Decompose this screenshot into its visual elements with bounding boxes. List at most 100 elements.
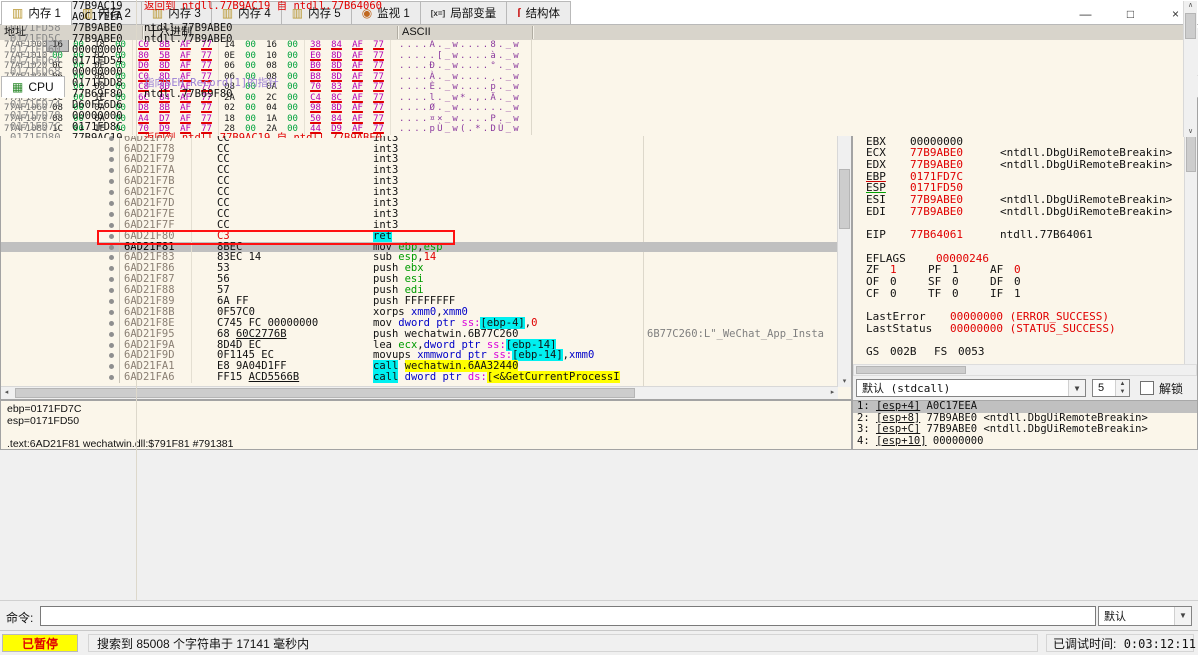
command-input[interactable] [40, 606, 1096, 626]
breakpoint-dot[interactable] [109, 245, 114, 250]
token: 00000000 [927, 435, 984, 447]
token: 77B9ABE0 <ntdll.DbgUiRemoteBreakin> [920, 412, 1148, 424]
scroll-thumb[interactable] [15, 388, 635, 398]
token: EDX [866, 159, 910, 171]
breakpoint-dot[interactable] [109, 266, 114, 271]
token: 1: [857, 400, 876, 412]
token: dword ptr [405, 371, 468, 383]
register-line[interactable]: CF0TF0IF1 [853, 288, 1185, 300]
breakpoint-dot[interactable] [109, 299, 114, 304]
breakpoint-dot[interactable] [109, 234, 114, 239]
token: LastStatus [866, 323, 950, 335]
scroll-down-arrow[interactable]: ∨ [1184, 127, 1197, 137]
breakpoint-dot[interactable] [109, 343, 114, 348]
token: 0 [890, 288, 928, 300]
stack-row[interactable]: 0171FD640171FD54 [0, 56, 1184, 67]
stepper-up-icon[interactable]: ▲ [1116, 380, 1129, 388]
disasm-gutter [1, 242, 120, 253]
disasm-gutter [1, 165, 120, 176]
breakpoint-dot[interactable] [109, 157, 114, 162]
breakpoint-dot[interactable] [109, 201, 114, 206]
stack-vertical-scrollbar[interactable]: ∧ ∨ [1183, 1, 1197, 137]
breakpoint-dot[interactable] [109, 288, 114, 293]
stack-row[interactable]: 0171FD5077B9AC19返回到 ntdll.77B9AC19 自 ntd… [0, 1, 1184, 12]
breakpoint-dot[interactable] [109, 277, 114, 282]
register-line[interactable]: EDX77B9ABE0<ntdll.DbgUiRemoteBreakin> [853, 159, 1185, 171]
breakpoint-dot[interactable] [109, 255, 114, 260]
call-argument-row[interactable]: 4: [esp+10] 00000000 [853, 436, 1197, 448]
scroll-left-arrow[interactable]: ◂ [1, 387, 12, 399]
breakpoint-dot[interactable] [109, 353, 114, 358]
chevron-down-icon[interactable]: ▼ [1174, 607, 1191, 625]
breakpoint-dot[interactable] [109, 212, 114, 217]
register-list: EAX01186000EBX00000000ECX77B9ABE0<ntdll.… [853, 120, 1185, 368]
token: ACD5566B [249, 371, 300, 383]
unlock-checkbox[interactable] [1140, 381, 1154, 395]
registers-vertical-scrollbar[interactable] [1184, 120, 1197, 364]
call-arguments-list: 1: [esp+4] A0C17EEA2: [esp+8] 77B9ABE0 <… [853, 400, 1197, 449]
stack-row[interactable]: 0171FD7800000000 [0, 111, 1184, 122]
disasm-row[interactable]: 6AD21FA6FF15 ACD5566Bcall dword ptr ds:[… [1, 372, 838, 383]
token: [ebp-14] [512, 349, 563, 361]
register-line[interactable]: OF0SF0DF0 [853, 276, 1185, 288]
disassembly-panel: 6AD21F74CCint36AD21F75CCint36AD21F76CCin… [0, 98, 852, 400]
disasm-gutter [1, 252, 120, 263]
register-line[interactable]: GS002BFS0053 [853, 346, 1185, 358]
token: xmm0 [569, 349, 594, 361]
token: 77B9ABE0 [910, 159, 1000, 171]
stack-row[interactable]: 0171FD5C77B9ABE0ntdll.77B9ABE0 [0, 34, 1184, 45]
token: 1 [1014, 288, 1021, 300]
register-line[interactable] [853, 241, 1185, 253]
breakpoint-dot[interactable] [109, 332, 114, 337]
register-line[interactable]: EBP0171FD7C [853, 171, 1185, 183]
tab-内存 1[interactable]: ▥内存 1 [1, 1, 72, 24]
token: ds: [468, 371, 487, 383]
stepper-down-icon[interactable]: ▼ [1116, 388, 1129, 396]
status-bar: 已暂停 搜索到 85008 个字符串于 17141 毫秒内 已调试时间: 0:0… [0, 630, 1198, 655]
scroll-down-arrow[interactable]: ▾ [838, 376, 851, 387]
scroll-thumb[interactable] [856, 366, 966, 374]
disasm-gutter [1, 187, 120, 198]
token: 0 [531, 317, 537, 329]
breakpoint-dot[interactable] [109, 375, 114, 380]
breakpoint-dot[interactable] [109, 364, 114, 369]
breakpoint-dot[interactable] [109, 310, 114, 315]
register-line[interactable]: EIP77B64061ntdll.77B64061 [853, 229, 1185, 241]
disasm-address: 6AD21FA6 [120, 372, 192, 383]
disasm-gutter [1, 361, 120, 372]
scroll-thumb[interactable] [1185, 13, 1196, 39]
stack-comment: ntdll.77B69F80 [134, 89, 233, 100]
registers-horizontal-scrollbar[interactable] [853, 364, 1197, 376]
breakpoint-dot[interactable] [109, 190, 114, 195]
command-profile-select[interactable]: 默认 ▼ [1098, 606, 1192, 626]
chevron-down-icon[interactable]: ▼ [1068, 380, 1085, 396]
argument-count-stepper[interactable]: 5 ▲ ▼ [1092, 379, 1130, 397]
scroll-right-arrow[interactable]: ▸ [827, 387, 838, 399]
breakpoint-dot[interactable] [109, 223, 114, 228]
tab-CPU[interactable]: ▦CPU [1, 76, 65, 97]
token: <ntdll.DbgUiRemoteBreakin> [1000, 159, 1172, 171]
register-line[interactable]: EDI77B9ABE0<ntdll.DbgUiRemoteBreakin> [853, 206, 1185, 218]
disasm-address: 6AD21F80 [120, 231, 192, 242]
register-line[interactable]: LastError00000000 (ERROR_SUCCESS) [853, 311, 1185, 323]
scroll-up-arrow[interactable]: ∧ [1184, 1, 1197, 11]
status-message: 搜索到 85008 个字符串于 17141 毫秒内 [88, 634, 1038, 652]
disasm-gutter [1, 340, 120, 351]
calling-convention-select[interactable]: 默认 (stdcall) ▼ [856, 379, 1086, 397]
stack-row[interactable]: 0171FD7077B69F80ntdll.77B69F80 [0, 89, 1184, 100]
register-line[interactable]: LastStatus00000000 (STATUS_SUCCESS) [853, 323, 1185, 335]
disassembly-vertical-scrollbar[interactable]: ▴ ▾ [837, 99, 851, 387]
stack-row[interactable]: 0171FD8077B9AC19返回到 ntdll.77B9AC19 自 ntd… [0, 133, 1184, 138]
disasm-gutter [1, 307, 120, 318]
token: FF15 [217, 371, 249, 383]
stack-row[interactable]: 0171FD6000000000 [0, 45, 1184, 56]
breakpoint-dot[interactable] [109, 321, 114, 326]
stack-row[interactable]: 0171FD74D60FE6D6 [0, 100, 1184, 111]
scroll-thumb[interactable] [839, 169, 850, 229]
disassembly-horizontal-scrollbar[interactable]: ◂ ▸ [1, 386, 838, 399]
breakpoint-dot[interactable] [109, 179, 114, 184]
token: 2: [857, 412, 876, 424]
breakpoint-dot[interactable] [109, 168, 114, 173]
info-line: .text:6AD21F81 wechatwin.dll:$791F81 #79… [7, 439, 845, 451]
breakpoint-dot[interactable] [109, 147, 114, 152]
